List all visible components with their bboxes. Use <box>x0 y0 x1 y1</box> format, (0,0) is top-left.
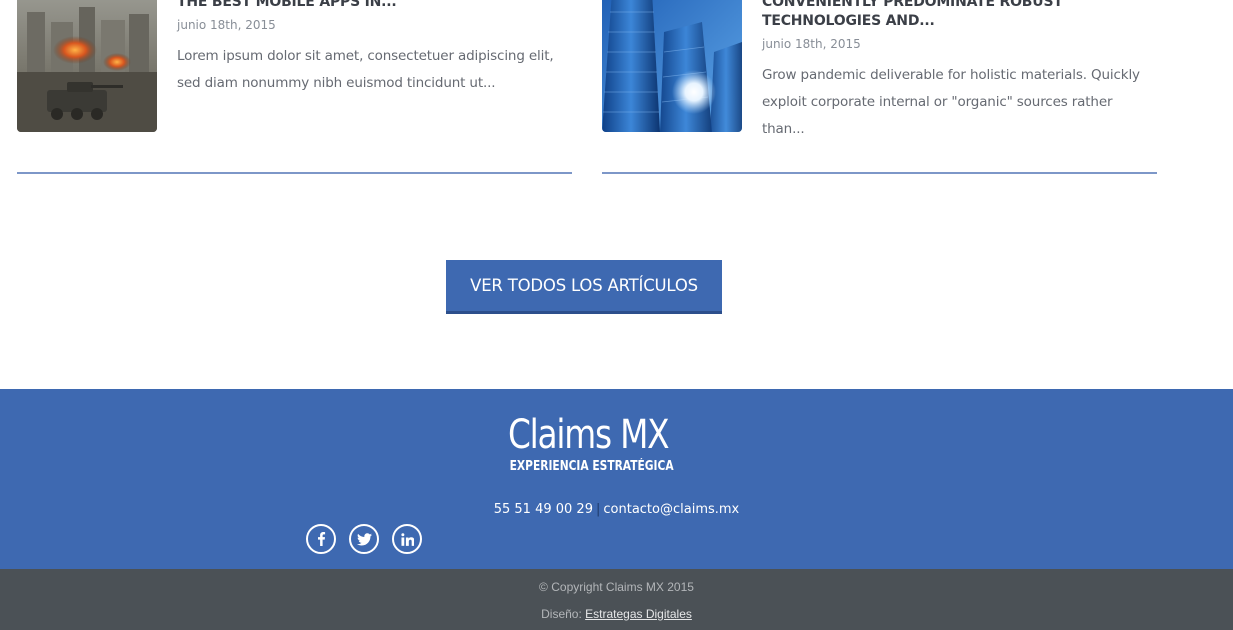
view-all-articles-button[interactable]: VER TODOS LOS ARTÍCULOS <box>446 260 722 314</box>
post-date: junio 18th, 2015 <box>762 37 861 51</box>
post-body: CONVENIENTLY PREDOMINATE ROBUST TECHNOLO… <box>762 0 1157 143</box>
footer: Claims MX EXPERIENCIA ESTRATÉGICA 55 51 … <box>0 389 1233 569</box>
brand-tagline: EXPERIENCIA ESTRATÉGICA <box>509 459 674 474</box>
twitter-icon[interactable] <box>349 524 379 554</box>
footer-logo[interactable]: Claims MX EXPERIENCIA ESTRATÉGICA <box>508 412 674 475</box>
credit-prefix: Diseño: <box>541 607 582 621</box>
post-divider <box>17 172 572 174</box>
linkedin-icon[interactable] <box>392 524 422 554</box>
post-title[interactable]: CONVENIENTLY PREDOMINATE ROBUST TECHNOLO… <box>762 0 1157 31</box>
phone-number[interactable]: 55 51 49 00 29 <box>494 502 593 517</box>
social-links <box>306 524 422 554</box>
credit-link[interactable]: Estrategas Digitales <box>585 607 692 621</box>
contact-info: 55 51 49 00 29 | contacto@claims.mx <box>0 501 1233 519</box>
bottom-bar: © Copyright Claims MX 2015 Diseño: Estra… <box>0 569 1233 630</box>
post-date: junio 18th, 2015 <box>177 18 276 32</box>
facebook-icon[interactable] <box>306 524 336 554</box>
design-credit: Diseño: Estrategas Digitales <box>0 607 1233 621</box>
post-divider <box>602 172 1157 174</box>
post-body: THE BEST MOBILE APPS IN... junio 18th, 2… <box>177 0 572 97</box>
email-link[interactable]: contacto@claims.mx <box>603 502 739 517</box>
post-title[interactable]: THE BEST MOBILE APPS IN... <box>177 0 572 12</box>
cta-container: VER TODOS LOS ARTÍCULOS <box>446 260 722 314</box>
post-thumbnail[interactable] <box>602 0 742 132</box>
contact-separator: | <box>595 502 601 517</box>
post-excerpt: Grow pandemic deliverable for holistic m… <box>762 67 1140 137</box>
copyright-text: © Copyright Claims MX 2015 <box>539 580 694 594</box>
brand-name: Claims MX <box>508 412 670 458</box>
post-thumbnail[interactable] <box>17 0 157 132</box>
post-excerpt: Lorem ipsum dolor sit amet, consectetuer… <box>177 48 554 91</box>
